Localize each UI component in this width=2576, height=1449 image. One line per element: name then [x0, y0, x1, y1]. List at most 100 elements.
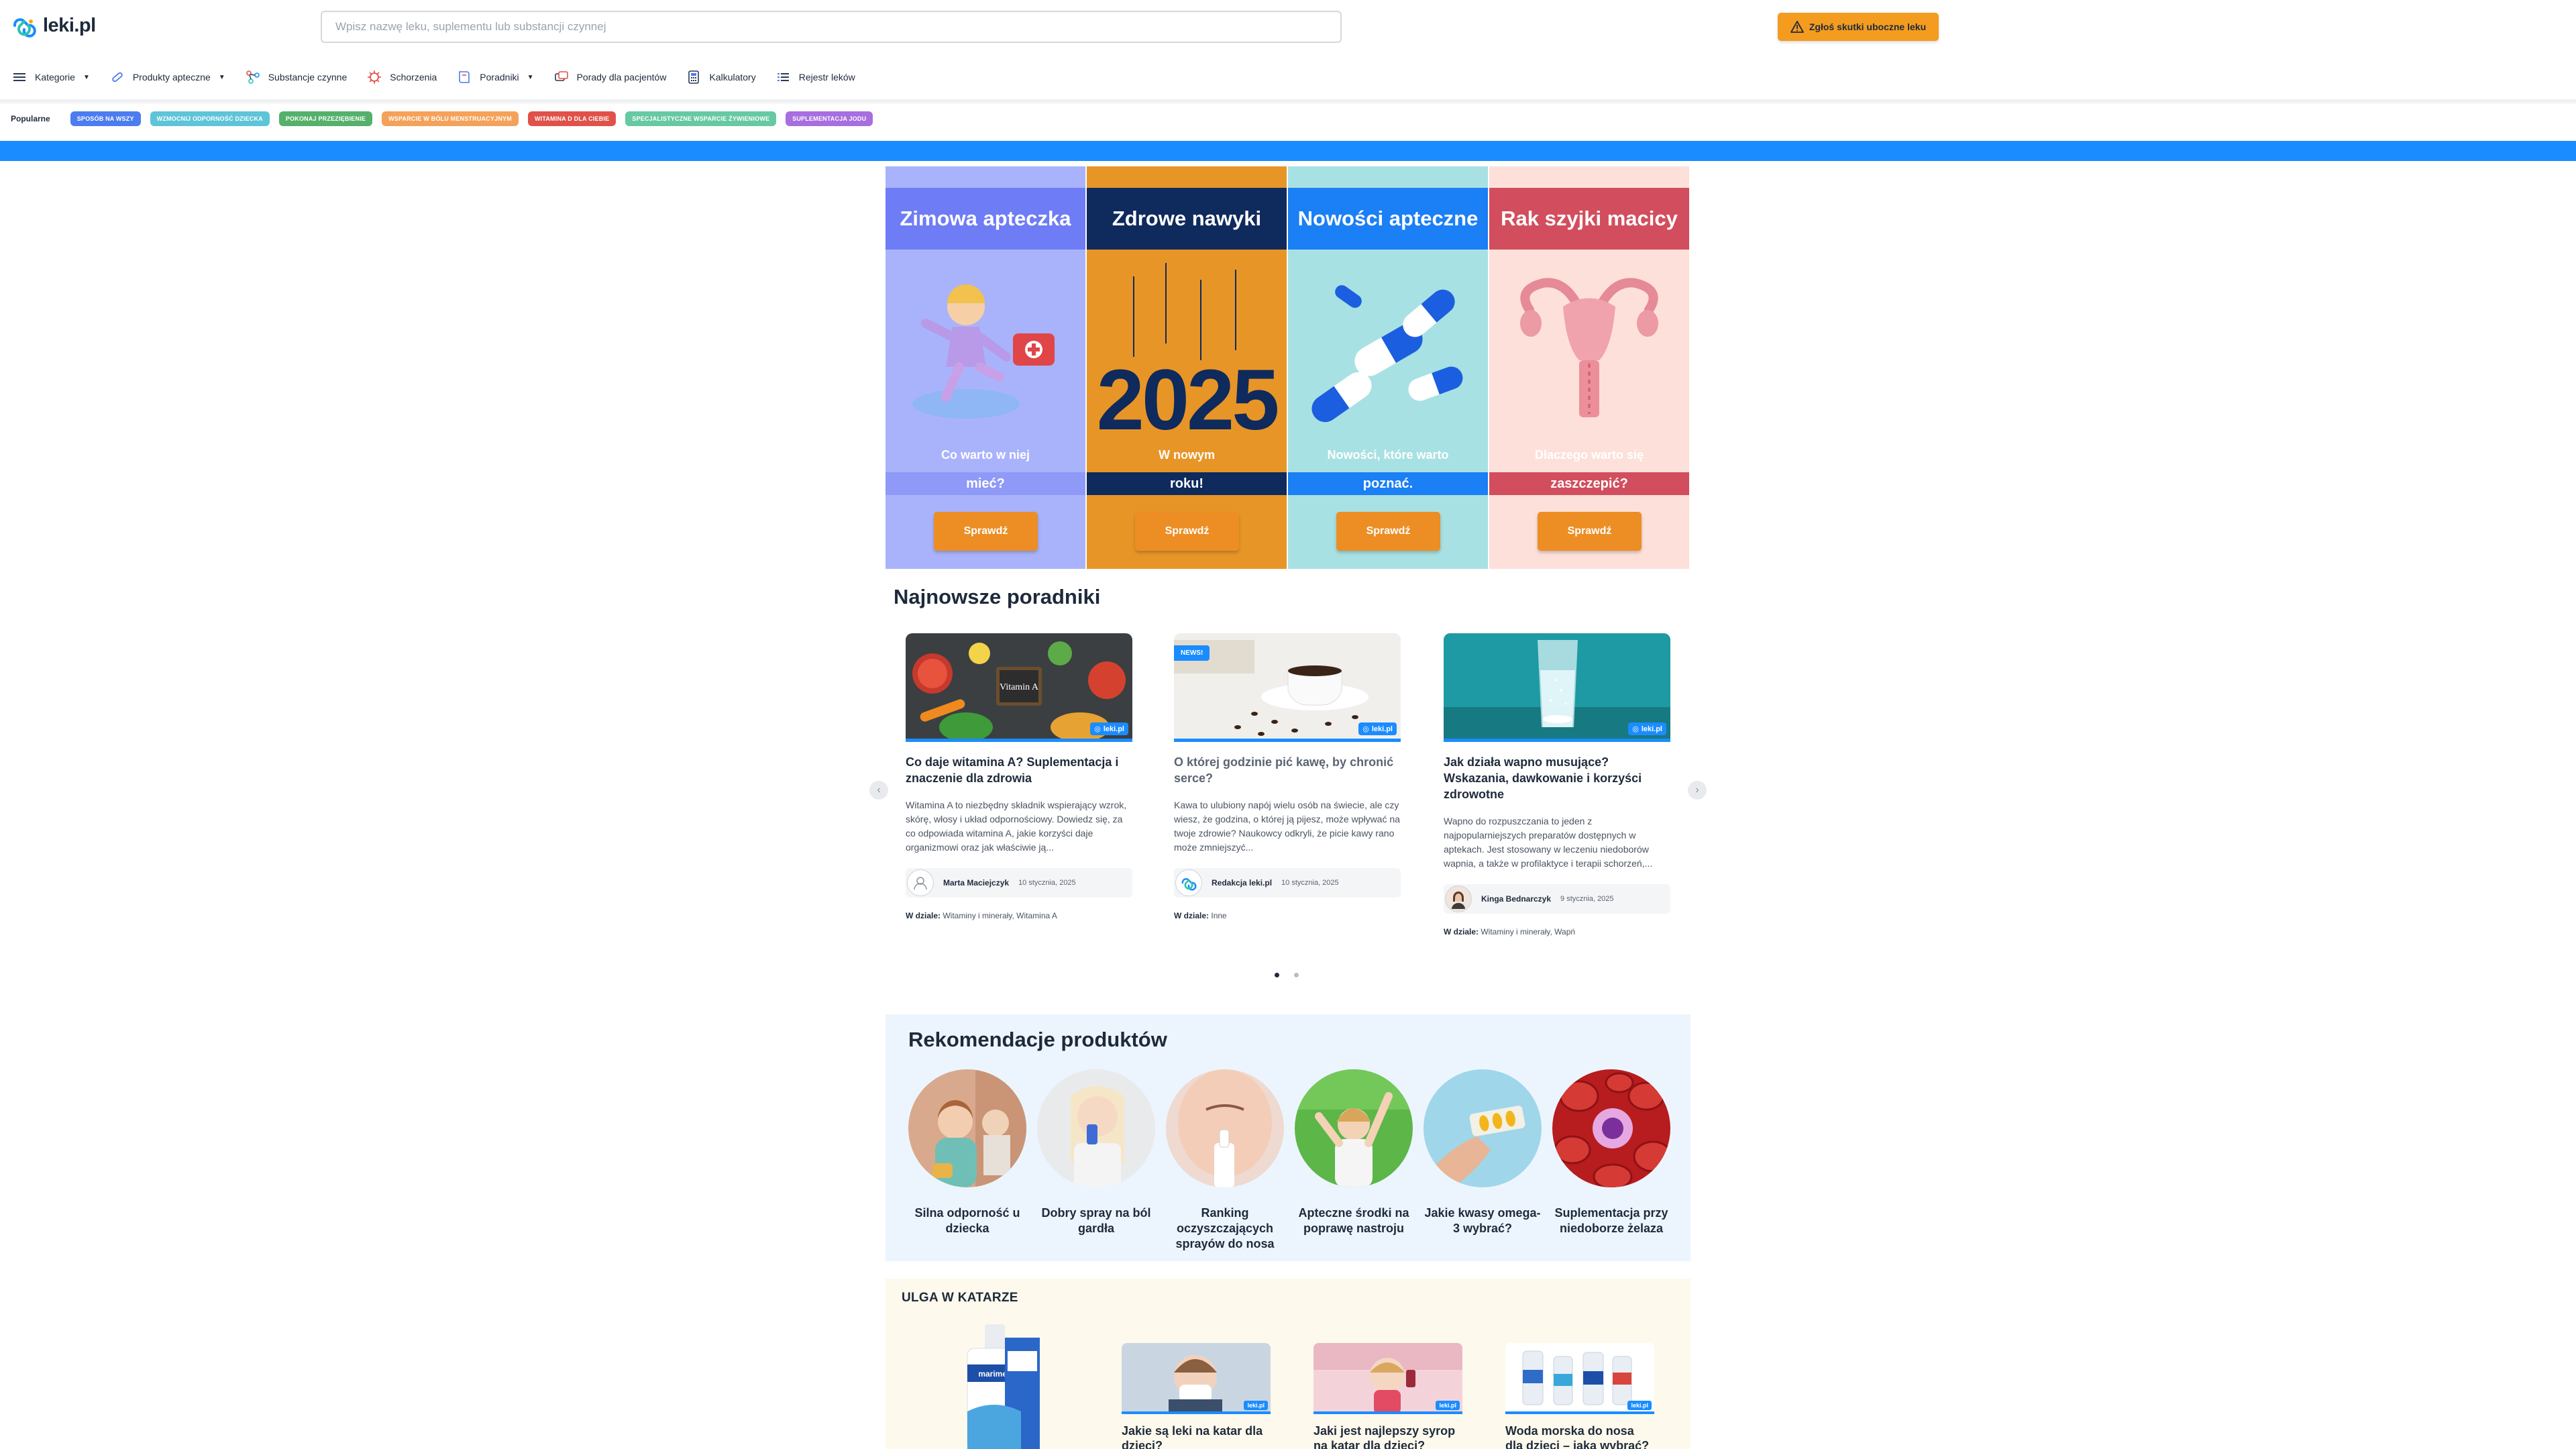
category-value[interactable]: Inne [1211, 911, 1226, 920]
author-name[interactable]: Marta Maciejczyk [943, 878, 1009, 888]
popular-tag[interactable]: Wzmocnij odporność dziecka [150, 111, 270, 126]
promo-subtitle-highlight: zaszczepić? [1489, 472, 1689, 495]
site-header: leki.pl Zgłoś skutki uboczne leku [0, 0, 2576, 56]
pagination-dot-active[interactable] [1275, 973, 1279, 977]
guide-title[interactable]: Jak działa wapno musujące? Wskazania, da… [1444, 754, 1670, 802]
logo-icon [1181, 878, 1197, 891]
nav-porady-dla-pacjentow[interactable]: Porady dla pacjentów [554, 70, 667, 85]
popular-tag[interactable]: Witamina D dla ciebie [527, 111, 616, 126]
search-box[interactable] [321, 11, 1342, 43]
reco-image-child [908, 1069, 1026, 1187]
skating-girl-illustration [912, 284, 1055, 419]
popular-label: Popularne [11, 114, 50, 123]
chevron-right-icon: › [1695, 784, 1699, 796]
reco-item[interactable]: Apteczne środki na poprawę nastroju [1295, 1069, 1413, 1252]
marimer-product-image[interactable]: marimer [953, 1324, 1046, 1449]
leki-badge: leki.pl [1436, 1401, 1460, 1410]
news-badge: NEWS! [1174, 645, 1210, 661]
leki-badge-icon: ◎ [1094, 725, 1101, 733]
reco-list: Silna odporność u dziecka Dobry spray na… [908, 1069, 1673, 1252]
publish-date: 10 stycznia, 2025 [1018, 879, 1076, 887]
virus-icon [368, 70, 382, 84]
nav-rejestr-lekow[interactable]: Rejestr leków [776, 70, 855, 85]
carousel-next-button[interactable]: › [1688, 781, 1707, 800]
promo-card-zdrowe-nawyki[interactable]: Zdrowe nawyki 2025 W nowym roku! Sprawdź [1087, 166, 1287, 569]
ulga-card-title: Jakie są leki na katar dla dzieci? [1122, 1424, 1263, 1449]
reco-item[interactable]: Silna odporność u dziecka [908, 1069, 1026, 1252]
nav-kalkulatory[interactable]: Kalkulatory [686, 70, 756, 85]
nav-substancje-czynne[interactable]: Substancje czynne [246, 70, 347, 85]
promo-title: Rak szyjki macicy [1489, 188, 1689, 250]
nav-schorzenia[interactable]: Schorzenia [367, 70, 437, 85]
popular-tag[interactable]: Wsparcie w bólu menstruacyjnym [382, 111, 519, 126]
guide-title[interactable]: O której godzinie pić kawę, by chronić s… [1174, 754, 1401, 786]
image-accent-bar [1444, 739, 1670, 742]
menu-icon [13, 73, 25, 81]
nav-kategorie[interactable]: Kategorie ▼ [12, 70, 90, 85]
promo-check-button[interactable]: Sprawdź [1336, 512, 1440, 551]
promo-subtitle: Nowości, które warto [1327, 448, 1449, 462]
promo-card-nowosci-apteczne[interactable]: Nowości apteczne Nowości, które warto po… [1288, 166, 1488, 569]
author-name[interactable]: Redakcja leki.pl [1212, 878, 1272, 888]
reco-image-blood-cells [1552, 1069, 1673, 1190]
guide-card[interactable]: NEWS! ◎ leki.pl O której godzinie pić kaw… [1174, 633, 1401, 920]
warning-icon [1790, 21, 1804, 33]
popular-tag[interactable]: Pokonaj przeziębienie [278, 111, 373, 126]
guide-card[interactable]: Vitamin A ◎ leki.pl Co daje witamina A? S… [906, 633, 1132, 920]
category-value[interactable]: Witaminy i minerały, Witamina A [943, 911, 1057, 920]
image-accent-bar [906, 739, 1132, 742]
ulga-card-image: leki.pl [1122, 1343, 1271, 1414]
nav-produkty-apteczne[interactable]: Produkty apteczne ▼ [110, 70, 225, 85]
ulga-card[interactable]: leki.pl Jaki jest najlepszy syrop na kat… [1313, 1343, 1462, 1449]
book-icon [459, 71, 470, 83]
author-photo [1452, 892, 1465, 909]
carousel-prev-button[interactable]: ‹ [869, 781, 888, 800]
category-label: W dziale: [1174, 911, 1210, 920]
promo-subtitle-highlight: poznać. [1288, 472, 1488, 495]
logo-text: leki.pl [43, 14, 96, 36]
nav-label: Kategorie [35, 72, 75, 83]
ulga-card-title: Jaki jest najlepszy syrop na katar dla d… [1313, 1424, 1456, 1449]
ulga-card[interactable]: leki.pl Woda morska do nosa dla dzieci –… [1505, 1343, 1654, 1449]
promo-card-zimowa-apteczka[interactable]: Zimowa apteczka Co warto w niej mieć? Sp… [885, 166, 1085, 569]
leki-badge-icon: ◎ [1362, 725, 1369, 733]
promo-check-button[interactable]: Sprawdź [934, 512, 1038, 551]
promo-card-rak-szyjki-macicy[interactable]: Rak szyjki macicy Dlaczego warto się zas… [1489, 166, 1689, 569]
reco-item[interactable]: Suplementacja przy niedoborze żelaza [1552, 1069, 1673, 1252]
pagination-dot[interactable] [1294, 973, 1299, 977]
promo-subtitle-highlight: mieć? [885, 472, 1085, 495]
reco-item[interactable]: Jakie kwasy omega-3 wybrać? [1424, 1069, 1542, 1252]
reco-item[interactable]: Dobry spray na ból gardła [1037, 1069, 1155, 1252]
promo-subtitle: W nowym [1159, 448, 1215, 462]
guide-image: ◎ leki.pl [1444, 633, 1670, 742]
promo-title: Nowości apteczne [1288, 188, 1488, 250]
guide-title[interactable]: Co daje witamina A? Suplementacja i znac… [906, 754, 1132, 786]
author-name[interactable]: Kinga Bednarczyk [1481, 894, 1551, 904]
badge-label: leki.pl [1641, 724, 1662, 733]
badge-label: leki.pl [1103, 724, 1124, 733]
reco-label: Dobry spray na ból gardła [1041, 1206, 1151, 1235]
guide-card[interactable]: ◎ leki.pl Jak działa wapno musujące? Wska… [1444, 633, 1670, 936]
popular-tag[interactable]: Specjalistyczne wsparcie żywieniowe [625, 111, 777, 126]
ulga-card[interactable]: leki.pl Jakie są leki na katar dla dziec… [1122, 1343, 1271, 1449]
reco-label: Jakie kwasy omega-3 wybrać? [1424, 1206, 1541, 1235]
site-logo[interactable]: leki.pl [11, 12, 96, 39]
promo-check-button[interactable]: Sprawdź [1135, 512, 1239, 551]
report-side-effects-button[interactable]: Zgłoś skutki uboczne leku [1778, 13, 1939, 41]
promo-check-button[interactable]: Sprawdź [1538, 512, 1642, 551]
promo-title: Zdrowe nawyki [1087, 188, 1287, 250]
reco-label: Silna odporność u dziecka [914, 1206, 1020, 1235]
reco-label: Apteczne środki na poprawę nastroju [1298, 1206, 1409, 1235]
guide-category: W dziale: Witaminy i minerały, Wapń [1444, 927, 1670, 936]
carousel-pagination [1275, 973, 1299, 977]
search-input[interactable] [335, 20, 1327, 34]
category-value[interactable]: Witaminy i minerały, Wapń [1481, 927, 1575, 936]
ulga-section-title: ULGA W KATARZE [902, 1291, 1018, 1305]
reco-label: Suplementacja przy niedoborze żelaza [1554, 1206, 1668, 1235]
popular-tag[interactable]: Suplementacja jodu [786, 111, 873, 126]
ulga-card-title: Woda morska do nosa dla dzieci – jaką wy… [1505, 1424, 1650, 1449]
nav-label: Porady dla pacjentów [576, 72, 667, 83]
nav-poradniki[interactable]: Poradniki ▼ [457, 70, 534, 85]
popular-tag[interactable]: Sposób na wszy [70, 111, 141, 126]
reco-item[interactable]: Ranking oczyszczających sprayów do nosa [1166, 1069, 1284, 1252]
